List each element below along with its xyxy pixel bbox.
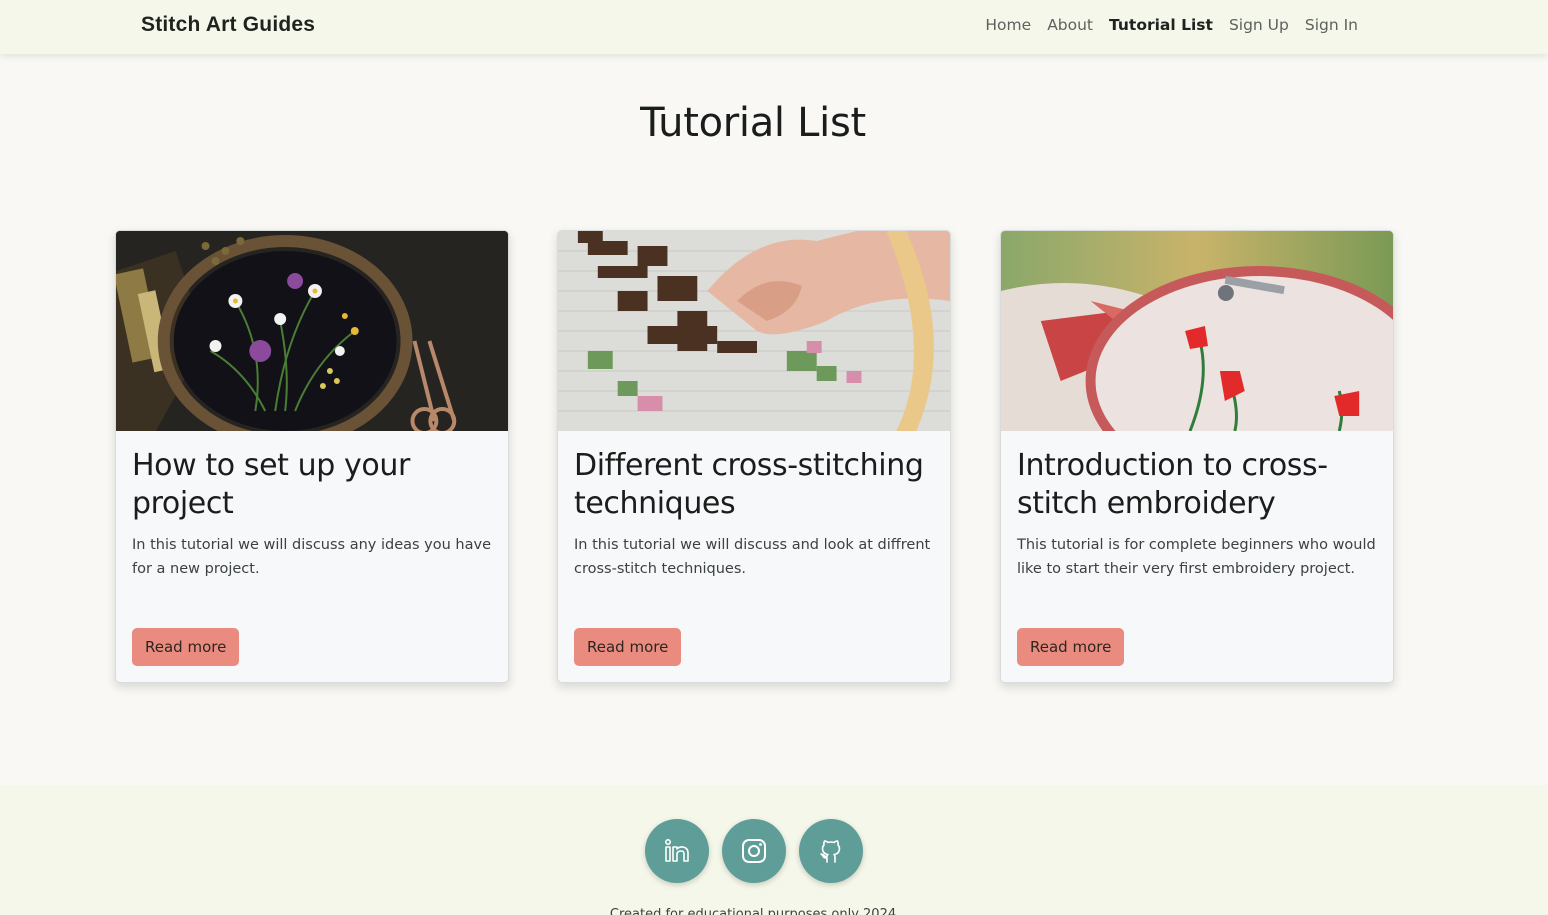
tutorial-cards: How to set up your project In this tutor…	[0, 230, 1548, 685]
red-flower-embroidery-hoop-image	[1001, 231, 1393, 431]
tutorial-card: Introduction to cross-stitch embroidery …	[1000, 230, 1394, 683]
instagram-link[interactable]	[722, 819, 786, 883]
read-more-button[interactable]: Read more	[1017, 628, 1125, 666]
nav-sign-up[interactable]: Sign Up	[1229, 16, 1289, 34]
card-title: Introduction to cross-stitch embroidery	[1017, 448, 1328, 521]
navbar: Stitch Art Guides Home About Tutorial Li…	[0, 0, 1548, 54]
nav-tutorial-list[interactable]: Tutorial List	[1109, 16, 1213, 34]
footer-credit: Created for educational purposes only 20…	[609, 907, 897, 915]
read-more-button[interactable]: Read more	[574, 628, 682, 666]
card-description: In this tutorial we will discuss and loo…	[574, 537, 931, 577]
read-more-button[interactable]: Read more	[132, 628, 240, 666]
brand-logo[interactable]: Stitch Art Guides	[141, 13, 315, 37]
nav-about[interactable]: About	[1047, 16, 1093, 34]
card-image	[558, 231, 950, 431]
social-links	[645, 819, 863, 883]
card-image	[116, 231, 508, 431]
nav-sign-in[interactable]: Sign In	[1305, 16, 1358, 34]
card-title: How to set up your project	[132, 448, 410, 521]
linkedin-icon	[664, 838, 689, 862]
card-title: Different cross-stitching techniques	[574, 448, 924, 521]
tutorial-card: Different cross-stitching techniques In …	[557, 230, 951, 683]
card-description: In this tutorial we will discuss any ide…	[132, 537, 491, 577]
github-icon	[820, 840, 841, 863]
card-image	[1001, 231, 1393, 431]
cross-stitch-hand-image	[558, 231, 950, 431]
github-link[interactable]	[799, 819, 863, 883]
tutorial-card: How to set up your project In this tutor…	[115, 230, 509, 683]
page-title: Tutorial List	[640, 100, 866, 146]
linkedin-link[interactable]	[645, 819, 709, 883]
instagram-icon	[742, 839, 766, 863]
nav-links: Home About Tutorial List Sign Up Sign In	[985, 16, 1358, 34]
floral-embroidery-hoop-image	[116, 231, 508, 431]
card-description: This tutorial is for complete beginners …	[1017, 537, 1376, 577]
footer: Created for educational purposes only 20…	[0, 785, 1548, 915]
nav-home[interactable]: Home	[985, 16, 1031, 34]
